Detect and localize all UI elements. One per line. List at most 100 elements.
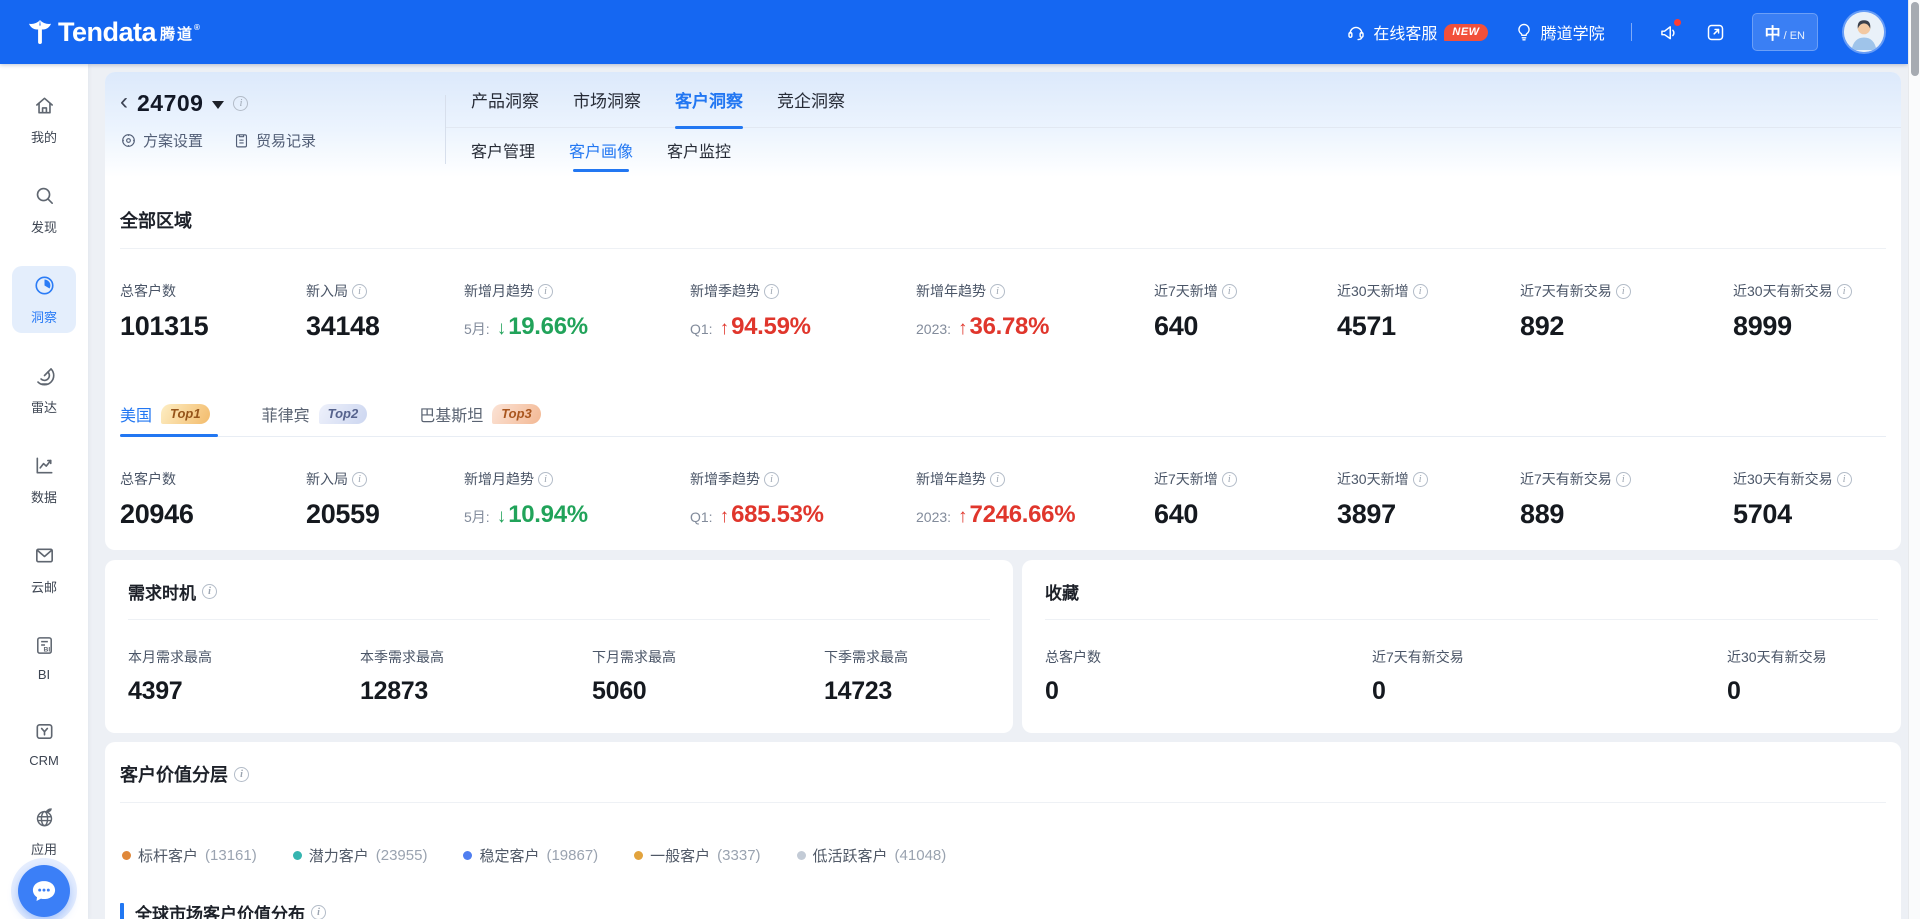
subtab-客户监控[interactable]: 客户监控	[667, 134, 731, 172]
stat-info-icon[interactable]: i	[1616, 472, 1631, 487]
scheme-dropdown-caret-icon[interactable]	[212, 101, 224, 109]
stat-info-icon[interactable]: i	[1413, 284, 1428, 299]
chat-button[interactable]	[18, 865, 70, 917]
stat-label-text: 近30天有新交易	[1733, 469, 1833, 489]
stat-info-icon[interactable]: i	[538, 284, 553, 299]
country-tab-巴基斯坦[interactable]: 巴基斯坦Top3	[419, 392, 541, 436]
stat-info-icon[interactable]: i	[352, 284, 367, 299]
notifications-icon[interactable]	[1658, 22, 1679, 43]
tendata-logo[interactable]: Tendata 腾道®	[26, 18, 202, 46]
academy-link[interactable]: 腾道学院	[1514, 20, 1605, 44]
stat-label: 近30天有新交易 i	[1733, 469, 1886, 489]
back-chevron-icon[interactable]: ‹	[120, 90, 128, 117]
stat-value: 12873	[360, 677, 592, 706]
data-chart-icon	[33, 454, 56, 482]
stat-info-icon[interactable]: i	[764, 284, 779, 299]
favorites-title: 收藏	[1045, 579, 1878, 604]
legend-item-低活跃客户[interactable]: 低活跃客户(41048)	[797, 845, 947, 866]
country-tab-label: 美国	[120, 402, 152, 426]
stat-info-icon[interactable]: i	[764, 472, 779, 487]
logo-text: Tendata	[58, 19, 156, 46]
scrollbar-thumb[interactable]	[1911, 2, 1919, 76]
rank-badge: Top2	[319, 404, 368, 424]
trade-records-button[interactable]: 贸易记录	[233, 130, 316, 151]
scheme-selector[interactable]: 24709	[137, 90, 203, 117]
stat-info-icon[interactable]: i	[990, 284, 1005, 299]
tab-客户洞察[interactable]: 客户洞察	[675, 72, 743, 127]
all-region-stats-row: 总客户数101315新入局i34148新增月趋势i5月:↓19.66%新增季趋势…	[120, 281, 1886, 342]
fullscreen-icon[interactable]	[1705, 22, 1726, 43]
page-scrollbar	[1908, 0, 1920, 919]
stat-total-customers: 总客户数20946	[120, 469, 306, 530]
sidebar-item-label: 雷达	[31, 397, 57, 416]
subtab-客户管理[interactable]: 客户管理	[471, 134, 535, 172]
stat-label-text: 新增月趋势	[464, 281, 534, 301]
stat-info-icon[interactable]: i	[1413, 472, 1428, 487]
stat-info-icon[interactable]: i	[352, 472, 367, 487]
legend-item-潜力客户[interactable]: 潜力客户(23955)	[293, 845, 428, 866]
language-toggle[interactable]: 中 / EN	[1752, 13, 1818, 51]
stat-value: 5060	[592, 677, 824, 706]
stat-monthly-trend: 新增月趋势i5月:↓19.66%	[464, 281, 690, 342]
stat-info-icon[interactable]: i	[538, 472, 553, 487]
sidebar-item-洞察[interactable]: 洞察	[12, 266, 76, 333]
sidebar-item-BI[interactable]: BIBI	[12, 626, 76, 689]
trend-period: Q1:	[690, 321, 713, 337]
demand-timing-stats: 本月需求最高4397本季需求最高12873下月需求最高5060下季需求最高147…	[128, 647, 990, 706]
scheme-info-icon[interactable]: i	[233, 96, 248, 111]
stat-info-icon[interactable]: i	[1837, 472, 1852, 487]
stat-value: 0	[1727, 677, 1878, 706]
legend-item-稳定客户[interactable]: 稳定客户(19867)	[463, 845, 598, 866]
avatar[interactable]	[1844, 12, 1884, 52]
stat-value: 3897	[1337, 499, 1520, 530]
stat-new-30d: 近30天新增i3897	[1337, 469, 1520, 530]
sidebar-item-云邮[interactable]: 云邮	[12, 536, 76, 603]
online-service-link[interactable]: 在线客服 NEW	[1346, 20, 1487, 44]
logo-cn-text: 腾道	[160, 26, 194, 43]
global-value-distribution-info-icon[interactable]: i	[311, 905, 326, 919]
country-tab-菲律宾[interactable]: 菲律宾Top2	[262, 392, 368, 436]
stat-label-text: 近7天有新交易	[1520, 281, 1612, 301]
stat-info-icon[interactable]: i	[1222, 472, 1237, 487]
tab-竞企洞察[interactable]: 竞企洞察	[777, 72, 845, 127]
legend-count: (41048)	[895, 847, 947, 864]
stat-label: 下月需求最高	[592, 647, 824, 667]
arrow-up-icon: ↑	[958, 506, 968, 528]
mail-icon	[33, 544, 56, 572]
sidebar-item-我的[interactable]: 我的	[12, 86, 76, 153]
stat-info-icon[interactable]: i	[1222, 284, 1237, 299]
sidebar-item-发现[interactable]: 发现	[12, 176, 76, 243]
stat-info-icon[interactable]: i	[1616, 284, 1631, 299]
tab-产品洞察[interactable]: 产品洞察	[471, 72, 539, 127]
stat-label-text: 近30天有新交易	[1733, 281, 1833, 301]
sidebar-item-应用[interactable]: 应用	[12, 798, 76, 865]
stat-deals-30d: 近30天有新交易i8999	[1733, 281, 1886, 342]
home-icon	[33, 94, 56, 122]
customer-value-info-icon[interactable]: i	[234, 767, 249, 782]
sidebar-item-雷达[interactable]: 雷达	[12, 356, 76, 423]
sidebar-item-数据[interactable]: 数据	[12, 446, 76, 513]
customer-value-title: 客户价值分层 i	[120, 761, 1886, 787]
stat-new-entrants: 新入局i34148	[306, 281, 464, 342]
demand-timing-info-icon[interactable]: i	[202, 584, 217, 599]
stat-quarterly-trend: 新增季趋势iQ1:↑94.59%	[690, 281, 916, 342]
stat-label: 近7天新增i	[1154, 281, 1337, 301]
global-value-distribution-title: 全球市场客户价值分布 i	[120, 900, 1886, 919]
legend-item-标杆客户[interactable]: 标杆客户(13161)	[122, 845, 257, 866]
sidebar-item-CRM[interactable]: CRM	[12, 712, 76, 775]
avatar-person-icon	[1844, 12, 1884, 52]
stat-label: 新增季趋势i	[690, 281, 916, 301]
country-tab-美国[interactable]: 美国Top1	[120, 392, 210, 436]
tab-市场洞察[interactable]: 市场洞察	[573, 72, 641, 127]
legend-label: 稳定客户	[479, 845, 539, 866]
stat-info-icon[interactable]: i	[990, 472, 1005, 487]
stat-value: 14723	[824, 677, 990, 706]
subtab-客户画像[interactable]: 客户画像	[569, 134, 633, 172]
legend-count: (3337)	[717, 847, 760, 864]
stat-value: 892	[1520, 311, 1733, 342]
stat-info-icon[interactable]: i	[1837, 284, 1852, 299]
legend-item-一般客户[interactable]: 一般客户(3337)	[634, 845, 760, 866]
scheme-settings-button[interactable]: 方案设置	[120, 130, 203, 151]
topbar-right: 在线客服 NEW 腾道学院 中 / EN	[1346, 12, 1884, 52]
headset-icon	[1346, 22, 1366, 42]
